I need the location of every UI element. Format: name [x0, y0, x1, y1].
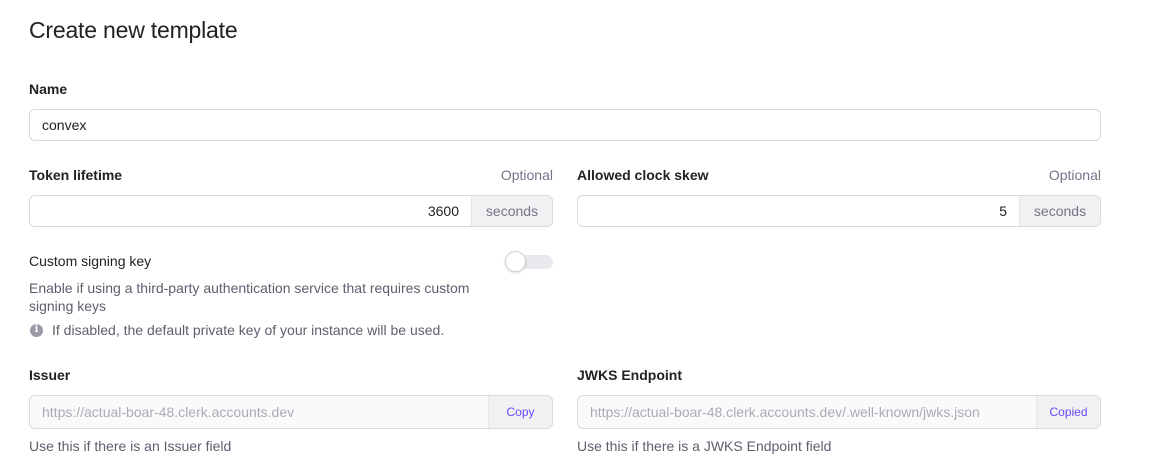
issuer-copy-button[interactable]: Copy	[488, 396, 552, 428]
issuer-label: Issuer	[29, 367, 71, 383]
token-lifetime-field: seconds	[29, 195, 553, 227]
custom-signing-key-label: Custom signing key	[29, 253, 152, 269]
token-lifetime-label: Token lifetime	[29, 167, 123, 183]
name-label: Name	[29, 81, 68, 97]
clock-skew-label: Allowed clock skew	[577, 167, 709, 183]
toggle-knob	[505, 251, 526, 272]
token-lifetime-input[interactable]	[30, 196, 471, 226]
info-circle-icon: i	[30, 323, 43, 337]
token-lifetime-optional: Optional	[500, 167, 553, 183]
custom-signing-key-toggle[interactable]	[505, 251, 553, 273]
issuer-help: Use this if there is an Issuer field	[29, 438, 232, 454]
jwks-label: JWKS Endpoint	[577, 367, 682, 383]
issuer-field: Copy	[29, 395, 553, 429]
clock-skew-field: seconds	[577, 195, 1101, 227]
custom-signing-key-info-text: If disabled, the default private key of …	[52, 322, 445, 338]
jwks-input[interactable]	[578, 396, 1036, 428]
token-lifetime-unit: seconds	[471, 196, 552, 226]
custom-signing-key-info: i If disabled, the default private key o…	[30, 322, 444, 338]
jwks-copied-button[interactable]: Copied	[1036, 396, 1100, 428]
name-input[interactable]	[29, 109, 1101, 141]
page-title: Create new template	[29, 17, 238, 43]
issuer-input[interactable]	[30, 396, 488, 428]
clock-skew-unit: seconds	[1019, 196, 1100, 226]
jwks-field: Copied	[577, 395, 1101, 429]
clock-skew-input[interactable]	[578, 196, 1019, 226]
custom-signing-key-description: Enable if using a third-party authentica…	[29, 280, 470, 314]
clock-skew-optional: Optional	[1048, 167, 1101, 183]
jwks-help: Use this if there is a JWKS Endpoint fie…	[577, 438, 832, 454]
